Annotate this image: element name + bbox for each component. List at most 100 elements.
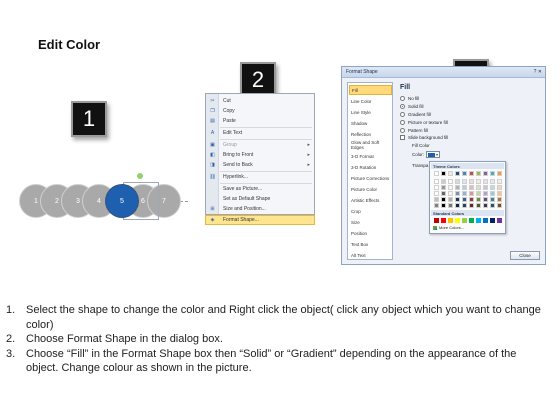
circle-shape-5-selected[interactable]: 5 <box>105 184 139 218</box>
menu-item-bring-to-front[interactable]: ◧ Bring to Front ▸ <box>206 150 314 160</box>
radio-solid-fill[interactable]: Solid fill <box>400 103 424 110</box>
theme-color-swatch[interactable] <box>469 197 474 202</box>
nav-item-glow[interactable]: Glow and Soft Edges <box>349 140 392 150</box>
nav-item-position[interactable]: Position <box>349 228 392 238</box>
theme-color-swatch[interactable] <box>469 191 474 196</box>
theme-color-swatch[interactable] <box>448 185 453 190</box>
nav-item-line-style[interactable]: Line Style <box>349 107 392 117</box>
rotation-handle[interactable] <box>137 173 143 179</box>
theme-color-swatch[interactable] <box>455 185 460 190</box>
theme-color-swatch[interactable] <box>497 197 502 202</box>
nav-item-shadow[interactable]: Shadow <box>349 118 392 128</box>
theme-color-swatch[interactable] <box>476 171 481 176</box>
color-picker-button[interactable]: ▾ <box>426 151 440 158</box>
theme-color-swatch[interactable] <box>434 171 439 176</box>
nav-item-picture-color[interactable]: Picture Color <box>349 184 392 194</box>
standard-color-swatch[interactable] <box>483 218 488 223</box>
standard-color-swatch[interactable] <box>441 218 446 223</box>
menu-item-copy[interactable]: ❐ Copy <box>206 106 314 116</box>
theme-color-swatch[interactable] <box>490 171 495 176</box>
theme-color-swatch[interactable] <box>476 197 481 202</box>
menu-item-send-to-back[interactable]: ◨ Send to Back ▸ <box>206 160 314 170</box>
standard-color-swatch[interactable] <box>434 218 439 223</box>
nav-item-artistic-effects[interactable]: Artistic Effects <box>349 195 392 205</box>
theme-color-swatch[interactable] <box>483 179 488 184</box>
theme-color-swatch[interactable] <box>434 185 439 190</box>
theme-color-swatch[interactable] <box>497 185 502 190</box>
theme-color-swatch[interactable] <box>476 185 481 190</box>
theme-color-swatch[interactable] <box>455 179 460 184</box>
theme-color-swatch[interactable] <box>483 203 488 208</box>
theme-color-swatch[interactable] <box>483 197 488 202</box>
nav-item-3d-rotation[interactable]: 3-D Rotation <box>349 162 392 172</box>
standard-color-swatch[interactable] <box>497 218 502 223</box>
menu-item-format-shape[interactable]: ◈ Format Shape... <box>205 215 315 225</box>
nav-item-text-box[interactable]: Text Box <box>349 239 392 249</box>
radio-picture-fill[interactable]: Picture or texture fill <box>400 119 448 126</box>
standard-color-swatch[interactable] <box>476 218 481 223</box>
theme-color-swatch[interactable] <box>434 197 439 202</box>
theme-color-swatch[interactable] <box>497 179 502 184</box>
theme-color-swatch[interactable] <box>462 185 467 190</box>
theme-color-swatch[interactable] <box>476 179 481 184</box>
nav-item-alt-text[interactable]: Alt Text <box>349 250 392 260</box>
menu-item-save-as-picture[interactable]: Save as Picture... <box>206 184 314 194</box>
theme-color-swatch[interactable] <box>441 191 446 196</box>
theme-color-swatch[interactable] <box>448 171 453 176</box>
menu-item-paste[interactable]: ▤ Paste <box>206 116 314 126</box>
theme-color-swatch[interactable] <box>441 203 446 208</box>
theme-color-swatch[interactable] <box>441 179 446 184</box>
theme-color-swatch[interactable] <box>469 203 474 208</box>
theme-color-swatch[interactable] <box>476 203 481 208</box>
menu-item-hyperlink[interactable]: ⛓ Hyperlink... <box>206 172 314 182</box>
nav-item-crop[interactable]: Crop <box>349 206 392 216</box>
radio-gradient-fill[interactable]: Gradient fill <box>400 111 431 118</box>
nav-item-fill[interactable]: Fill <box>349 85 392 95</box>
standard-color-swatch[interactable] <box>469 218 474 223</box>
nav-item-3d-format[interactable]: 3-D Format <box>349 151 392 161</box>
menu-item-edit-text[interactable]: A Edit Text <box>206 128 314 138</box>
nav-item-reflection[interactable]: Reflection <box>349 129 392 139</box>
theme-color-swatch[interactable] <box>448 197 453 202</box>
theme-color-swatch[interactable] <box>490 179 495 184</box>
radio-pattern-fill[interactable]: Pattern fill <box>400 127 428 134</box>
theme-color-swatch[interactable] <box>476 191 481 196</box>
theme-color-swatch[interactable] <box>441 197 446 202</box>
standard-color-swatch[interactable] <box>490 218 495 223</box>
theme-color-swatch[interactable] <box>441 171 446 176</box>
theme-color-swatch[interactable] <box>497 191 502 196</box>
menu-item-size-position[interactable]: ⊞ Size and Position... <box>206 204 314 214</box>
theme-color-swatch[interactable] <box>434 191 439 196</box>
theme-color-swatch[interactable] <box>448 191 453 196</box>
nav-item-size[interactable]: Size <box>349 217 392 227</box>
theme-color-swatch[interactable] <box>462 203 467 208</box>
theme-color-swatch[interactable] <box>434 179 439 184</box>
theme-color-swatch[interactable] <box>448 203 453 208</box>
menu-item-cut[interactable]: ✂ Cut <box>206 96 314 106</box>
theme-color-swatch[interactable] <box>455 171 460 176</box>
theme-color-swatch[interactable] <box>497 203 502 208</box>
menu-item-group[interactable]: ▣ Group ▸ <box>206 140 314 150</box>
slide-background-checkbox[interactable]: Slide background fill <box>400 135 448 140</box>
theme-color-swatch[interactable] <box>469 171 474 176</box>
theme-color-swatch[interactable] <box>483 171 488 176</box>
nav-item-line-color[interactable]: Line Color <box>349 96 392 106</box>
theme-color-swatch[interactable] <box>490 191 495 196</box>
theme-color-swatch[interactable] <box>490 197 495 202</box>
theme-color-swatch[interactable] <box>490 185 495 190</box>
theme-color-swatch[interactable] <box>455 203 460 208</box>
theme-color-swatch[interactable] <box>483 191 488 196</box>
theme-color-swatch[interactable] <box>490 203 495 208</box>
nav-item-picture-corrections[interactable]: Picture Corrections <box>349 173 392 183</box>
theme-color-swatch[interactable] <box>462 179 467 184</box>
menu-item-set-default-shape[interactable]: Set as Default Shape <box>206 194 314 204</box>
more-colors-link[interactable]: More Colors... <box>433 225 464 230</box>
theme-color-swatch[interactable] <box>462 171 467 176</box>
theme-color-swatch[interactable] <box>483 185 488 190</box>
theme-color-swatch[interactable] <box>448 179 453 184</box>
standard-color-swatch[interactable] <box>448 218 453 223</box>
theme-color-swatch[interactable] <box>434 203 439 208</box>
theme-color-swatch[interactable] <box>469 179 474 184</box>
standard-color-swatch[interactable] <box>462 218 467 223</box>
theme-color-swatch[interactable] <box>462 197 467 202</box>
